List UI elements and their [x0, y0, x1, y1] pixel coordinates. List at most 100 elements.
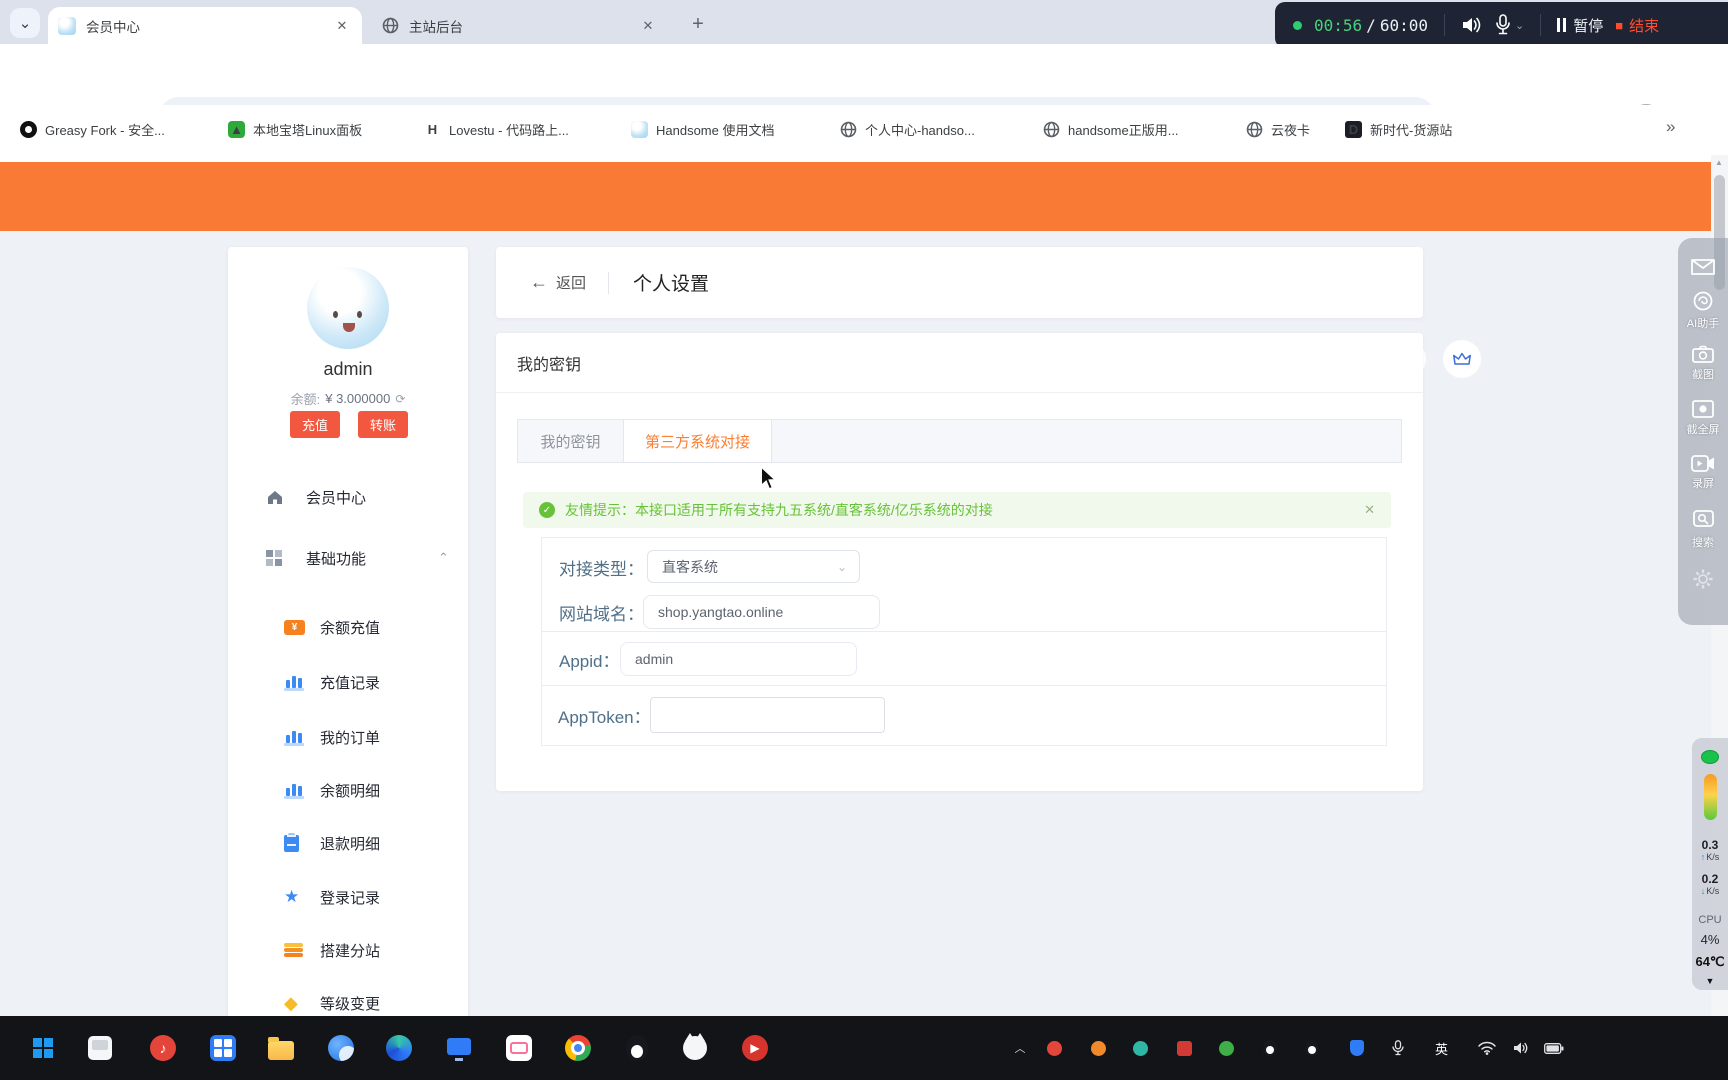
tab-third-party-integration[interactable]: 第三方系统对接 [623, 420, 772, 462]
stop-button[interactable]: ■ 结束 [1615, 15, 1659, 36]
sidebar-item-login-records[interactable]: ★ 登录记录 [228, 884, 468, 910]
bookmark-item[interactable]: D新时代-货源站 [1345, 118, 1452, 140]
recharge-button[interactable]: 充值 [290, 411, 340, 438]
user-avatar[interactable] [307, 267, 389, 349]
header-crown-button[interactable] [1443, 340, 1481, 378]
new-tab-button[interactable]: + [684, 10, 712, 38]
tray-icon-orange[interactable] [1091, 1040, 1106, 1056]
sidebar-item-label: 等级变更 [320, 993, 380, 1014]
taskbar-app-blue-browser[interactable] [327, 1034, 355, 1062]
tray-icon-teal[interactable] [1133, 1040, 1148, 1056]
taskbar-app-cat[interactable] [681, 1034, 709, 1062]
start-button[interactable] [29, 1034, 57, 1062]
taskbar-app-desktop[interactable] [86, 1034, 114, 1062]
sidebar-item-my-orders[interactable]: 我的订单 [228, 724, 468, 750]
wifi-icon[interactable] [1478, 1040, 1496, 1056]
bookmark-label: Lovestu - 代码路上... [449, 120, 569, 139]
bookmark-item[interactable]: Greasy Fork - 安全... [20, 118, 165, 140]
sidebar-item-member-center[interactable]: 会员中心 [228, 484, 468, 510]
taskbar-app-store[interactable] [209, 1034, 237, 1062]
volume-icon[interactable] [1513, 1040, 1529, 1056]
back-arrow-icon[interactable]: ← [530, 272, 548, 293]
cpu-value: 4% [1692, 932, 1728, 947]
taskbar-app-edge[interactable] [385, 1034, 413, 1062]
bookmark-item[interactable]: handsome正版用... [1043, 118, 1179, 140]
taskbar-app-remote-desktop[interactable] [445, 1034, 473, 1062]
tab-close-icon[interactable]: ✕ [332, 16, 352, 36]
sidebar-item-refund-details[interactable]: 退款明细 [228, 830, 468, 856]
taskbar-app-video[interactable] [505, 1034, 533, 1062]
collapse-triangle-icon[interactable]: ▼ [1692, 976, 1728, 986]
sidebar-item-recharge-records[interactable]: 充值记录 [228, 669, 468, 695]
search-button[interactable]: 搜索 [1678, 510, 1728, 550]
taskbar-app-chrome[interactable] [564, 1034, 592, 1062]
assistant-logo-icon[interactable] [1678, 256, 1728, 278]
fullscreen-capture-button[interactable]: 截全屏 [1678, 400, 1728, 437]
settings-gear-icon[interactable] [1678, 568, 1728, 590]
windows-logo-icon [33, 1038, 53, 1058]
bookmark-label: 云夜卡 [1271, 120, 1310, 139]
bookmark-item[interactable]: 个人中心-handso... [840, 118, 975, 140]
balance-row: 余额: ¥ 3.000000 ⟳ [228, 389, 468, 408]
taskbar-app-music[interactable]: ♪ [149, 1034, 177, 1062]
pause-button[interactable]: 暂停 [1557, 15, 1603, 36]
sidebar-item-label: 余额明细 [320, 780, 380, 801]
sidebar-item-balance-recharge[interactable]: ¥ 余额充值 [228, 614, 468, 640]
transfer-button[interactable]: 转账 [358, 411, 408, 438]
tray-icon-red-square[interactable] [1177, 1040, 1192, 1056]
sidebar-item-level-change[interactable]: ◆ 等级变更 [228, 990, 468, 1016]
alert-close-icon[interactable]: ✕ [1364, 502, 1375, 518]
recording-separator: / [1366, 16, 1376, 35]
battery-icon[interactable] [1544, 1040, 1564, 1056]
tray-icon-security[interactable] [1350, 1040, 1364, 1056]
chevron-down-icon: ⌄ [19, 14, 32, 32]
assistant-side-toolbar: AI助手 截图 截全屏 录屏 搜索 [1678, 238, 1728, 625]
ticket-icon: ¥ [284, 620, 305, 635]
tab-my-keys[interactable]: 我的密钥 [518, 420, 623, 462]
taskbar-app-file-explorer[interactable] [267, 1034, 295, 1062]
tray-icon-green[interactable] [1219, 1040, 1234, 1056]
ai-assistant-button[interactable]: AI助手 [1678, 290, 1728, 331]
refresh-icon[interactable]: ⟳ [395, 392, 405, 406]
check-glyph: ✓ [543, 505, 551, 516]
screenshot-button[interactable]: 截图 [1678, 345, 1728, 382]
back-link[interactable]: 返回 [556, 272, 586, 293]
site-domain-input[interactable]: shop.yangtao.online [643, 595, 880, 629]
input-language-indicator[interactable]: 英 [1435, 1040, 1448, 1056]
tray-icon-red[interactable] [1047, 1040, 1062, 1056]
bookmark-item[interactable]: ▲本地宝塔Linux面板 [228, 118, 362, 140]
sidebar-group-basic-functions[interactable]: 基础功能 ⌃ [228, 545, 468, 571]
tab-member-center[interactable]: 会员中心 ✕ [48, 7, 362, 44]
tray-icon-qq[interactable] [1263, 1040, 1277, 1056]
integration-type-select[interactable]: 直客系统 ⌄ [647, 550, 860, 583]
tray-expand-icon[interactable]: ︿ [1012, 1040, 1028, 1056]
qq-penguin-icon [626, 1035, 648, 1061]
speaker-icon[interactable] [1461, 15, 1483, 35]
scrollbar-up-icon[interactable]: ▲ [1715, 158, 1723, 167]
teal-dot-icon [1133, 1041, 1148, 1056]
taskbar-app-douyin[interactable]: ▶ [741, 1034, 769, 1062]
tab-search-button[interactable]: ⌄ [10, 8, 40, 38]
input-value: admin [635, 651, 673, 667]
tray-icon-microphone[interactable] [1392, 1040, 1404, 1056]
apptoken-input[interactable] [650, 697, 885, 733]
sidebar-item-build-substation[interactable]: 搭建分站 [228, 937, 468, 963]
bookmark-item[interactable]: HLovestu - 代码路上... [424, 118, 569, 140]
recording-total: 60:00 [1380, 16, 1428, 35]
bookmark-item[interactable]: 云夜卡 [1246, 118, 1310, 140]
tab-site-admin[interactable]: 主站后台 ✕ [372, 7, 668, 44]
hardware-monitor-widget[interactable]: 0.3 ↑ K/s 0.2 ↓ K/s CPU 4% 64℃ ▼ [1692, 738, 1728, 990]
tray-icon-qq2[interactable] [1305, 1040, 1319, 1056]
screen-record-button[interactable]: 录屏 [1678, 455, 1728, 491]
mic-control[interactable]: ⌄ [1495, 14, 1524, 36]
yuan-glyph: ¥ [292, 622, 298, 633]
folder-icon [268, 1041, 294, 1060]
bookmark-item[interactable]: Handsome 使用文档 [631, 118, 774, 140]
taskbar-app-qq[interactable] [623, 1034, 651, 1062]
sidebar-item-balance-details[interactable]: 余额明细 [228, 777, 468, 803]
tab-close-icon[interactable]: ✕ [638, 16, 658, 36]
appid-input[interactable]: admin [620, 642, 857, 676]
bookmarks-overflow-icon[interactable]: » [1666, 117, 1675, 137]
chrome-icon [565, 1035, 591, 1061]
windows-taskbar: ♪ ▶ ︿ 英 16:05 202 [0, 1016, 1728, 1080]
